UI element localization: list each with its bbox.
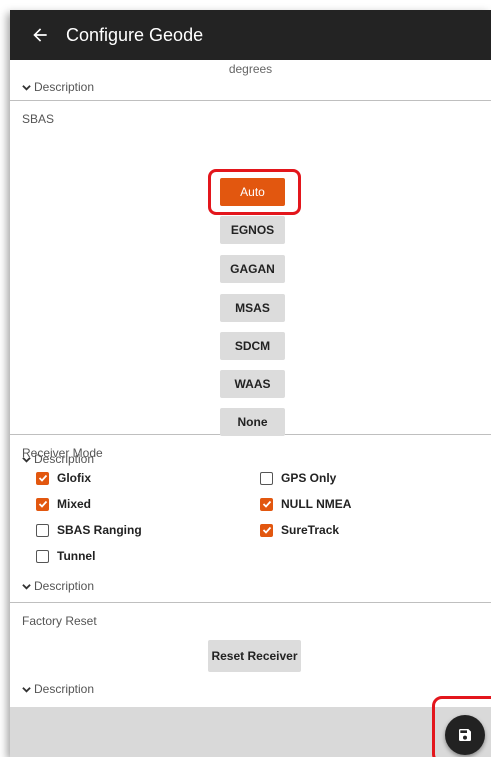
description-toggle[interactable]: Description [22, 80, 94, 94]
sbas-option-waas[interactable]: WAAS [220, 370, 285, 398]
checkbox-null-nmea[interactable]: NULL NMEA [260, 497, 351, 511]
sbas-section: SBAS Auto EGNOS GAGAN MSAS SDCM WAAS Non… [10, 100, 491, 466]
chevron-down-icon [22, 84, 31, 91]
section-title-factory-reset: Factory Reset [22, 614, 97, 628]
checkbox-checked-icon [260, 523, 273, 537]
bottom-bar [10, 707, 491, 757]
checkbox-sbas-ranging[interactable]: SBAS Ranging [36, 523, 142, 537]
sbas-option-egnos[interactable]: EGNOS [220, 216, 285, 244]
checkbox-gps-only[interactable]: GPS Only [260, 471, 336, 485]
checkbox-unchecked-icon [260, 471, 273, 485]
checkbox-checked-icon [36, 497, 49, 511]
app-window: Configure Geode degrees Description SBAS… [10, 10, 491, 757]
sbas-option-msas[interactable]: MSAS [220, 294, 285, 322]
checkbox-tunnel[interactable]: Tunnel [36, 549, 95, 563]
chevron-down-icon [22, 686, 31, 693]
sbas-option-none[interactable]: None [220, 408, 285, 436]
checkbox-unchecked-icon [36, 523, 49, 537]
sbas-option-sdcm[interactable]: SDCM [220, 332, 285, 360]
checkbox-mixed[interactable]: Mixed [36, 497, 91, 511]
checkbox-checked-icon [260, 497, 273, 511]
checkbox-glofix[interactable]: Glofix [36, 471, 91, 485]
sbas-option-gagan[interactable]: GAGAN [220, 255, 285, 283]
app-bar: Configure Geode [10, 10, 491, 60]
factory-reset-section: Factory Reset Reset Receiver Description [10, 602, 491, 707]
chevron-down-icon [22, 583, 31, 590]
reset-receiver-button[interactable]: Reset Receiver [208, 640, 301, 672]
section-title-sbas: SBAS [22, 112, 55, 126]
floppy-disk-icon [459, 729, 471, 741]
description-toggle[interactable]: Description [22, 682, 94, 696]
sbas-option-auto[interactable]: Auto [220, 178, 285, 206]
save-button[interactable] [445, 715, 485, 755]
checkbox-suretrack[interactable]: SureTrack [260, 523, 339, 537]
unit-text: degrees [228, 62, 273, 76]
description-toggle[interactable]: Description [22, 579, 94, 593]
section-title-receiver-mode: Receiver Mode [22, 446, 103, 460]
receiver-mode-section: Receiver Mode Glofix GPS Only Mixed NULL… [10, 434, 491, 603]
back-arrow-icon[interactable] [30, 25, 50, 45]
checkbox-unchecked-icon [36, 549, 49, 563]
heading-section: degrees Description [10, 60, 491, 101]
page-title: Configure Geode [66, 24, 204, 45]
settings-content: degrees Description SBAS Auto EGNOS GAGA… [10, 60, 491, 707]
checkbox-checked-icon [36, 471, 49, 485]
